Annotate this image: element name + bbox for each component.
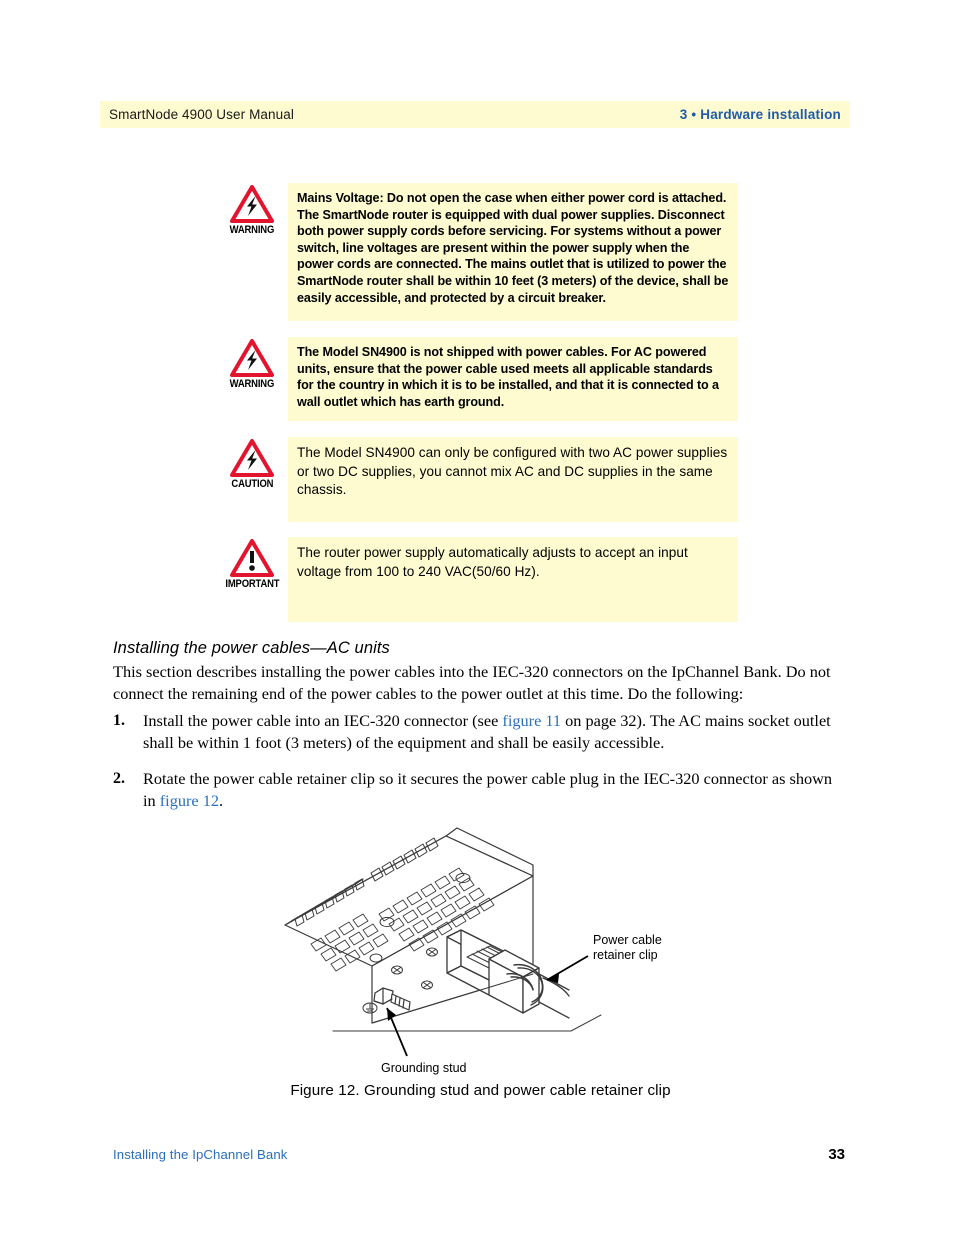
page-number: 33	[828, 1146, 845, 1163]
procedure-steps-list: 1. Install the power cable into an IEC-3…	[113, 710, 848, 826]
list-item: 1. Install the power cable into an IEC-3…	[113, 710, 848, 753]
admonition-important-input-voltage: IMPORTANT The router power supply automa…	[216, 537, 738, 622]
admonition-body: Mains Voltage: Do not open the case when…	[288, 183, 738, 321]
chassis-rear-panel-line-drawing: Power cable retainer clip Grounding stud	[283, 827, 662, 1075]
section-heading: Installing the power cables—AC units	[113, 639, 390, 657]
admonition-body: The Model SN4900 is not shipped with pow…	[288, 337, 738, 421]
important-exclamation-triangle-icon: IMPORTANT	[216, 537, 288, 590]
admonition-text: The router power supply automatically ad…	[297, 545, 688, 579]
callout-grounding-stud: Grounding stud	[381, 1007, 467, 1075]
admonition-text: Mains Voltage: Do not open the case when…	[297, 191, 729, 305]
footer-section-link[interactable]: Installing the IpChannel Bank	[113, 1147, 287, 1162]
warning-lightning-triangle-icon: WARNING	[216, 183, 288, 236]
header-manual-title: SmartNode 4900 User Manual	[109, 107, 294, 122]
callout-label-line-1: Power cable	[593, 933, 662, 947]
callout-label: Grounding stud	[381, 1061, 467, 1075]
admonition-label: WARNING	[229, 378, 275, 390]
caution-lightning-triangle-icon: CAUTION	[216, 437, 288, 490]
admonition-body: The Model SN4900 can only be configured …	[288, 437, 738, 522]
section-intro-paragraph: This section describes installing the po…	[113, 662, 831, 703]
admonition-text: The Model SN4900 is not shipped with pow…	[297, 345, 719, 409]
list-item: 2. Rotate the power cable retainer clip …	[113, 768, 848, 811]
admonition-caution-ac-dc-mix: CAUTION The Model SN4900 can only be con…	[216, 437, 738, 522]
callout-power-cable-retainer-clip: Power cable retainer clip	[546, 933, 662, 983]
admonition-warning-power-cables: WARNING The Model SN4900 is not shipped …	[216, 337, 738, 421]
warning-lightning-triangle-icon: WARNING	[216, 337, 288, 390]
step-text-part-2: .	[218, 790, 224, 810]
page-footer: Installing the IpChannel Bank 33	[113, 1146, 845, 1163]
step-text-part-1: Install the power cable into an IEC-320 …	[143, 711, 503, 730]
cross-reference-link-figure-11[interactable]: figure 11	[502, 711, 561, 730]
step-number: 1.	[113, 712, 125, 729]
step-number: 2.	[113, 770, 125, 787]
figure-12-block: Power cable retainer clip Grounding stud…	[113, 818, 848, 1099]
step-text: Install the power cable into an IEC-320 …	[143, 710, 848, 753]
step-text: Rotate the power cable retainer clip so …	[143, 768, 848, 811]
callout-label-line-2: retainer clip	[593, 948, 658, 962]
header-chapter-title: 3 • Hardware installation	[679, 107, 841, 122]
cross-reference-link-figure-12[interactable]: figure 12	[160, 791, 219, 810]
admonition-label: WARNING	[229, 224, 275, 236]
admonition-body: The router power supply automatically ad…	[288, 537, 738, 622]
admonition-text: The Model SN4900 can only be configured …	[297, 445, 728, 497]
figure-caption: Figure 12. Grounding stud and power cabl…	[290, 1082, 671, 1099]
admonition-label: CAUTION	[231, 478, 273, 490]
admonition-label: IMPORTANT	[225, 578, 279, 590]
step-text-part-1: Rotate the power cable retainer clip so …	[143, 769, 833, 810]
page-header: SmartNode 4900 User Manual 3 • Hardware …	[100, 101, 850, 128]
admonition-warning-mains-voltage: WARNING Mains Voltage: Do not open the c…	[216, 183, 738, 321]
